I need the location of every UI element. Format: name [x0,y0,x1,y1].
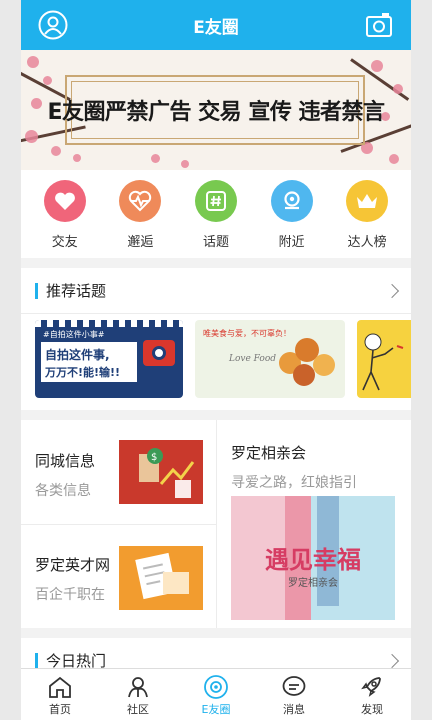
topic-line-2: 万万不!能!输!! [45,366,121,379]
right-gutter [411,0,432,720]
tab-discover[interactable]: 发现 [333,669,411,720]
section-title: 推荐话题 [46,282,107,300]
quick-item-label: 交友 [51,235,78,250]
message-icon [282,676,306,696]
tab-label: 社区 [127,703,149,716]
eyou-circle-icon [204,675,228,699]
matchmaking-entry[interactable]: 罗定相亲会 寻爱之路，红娘指引 [231,442,357,492]
chevron-right-icon [384,653,400,668]
quick-item-encounter[interactable]: 邂逅 [110,180,170,258]
tab-eyou-circle[interactable]: E友圈 [177,669,255,720]
topic-line-1: 自拍这件事, [45,348,110,362]
matchmaking-poster[interactable]: 遇见幸福 罗定相亲会 [231,496,395,620]
camera-icon [143,340,175,366]
tab-label: 首页 [49,703,71,716]
quick-item-label: 话题 [202,235,229,250]
user-avatar-icon[interactable] [37,9,69,41]
section-accent-bar [35,282,38,299]
page-title: E友圈 [193,17,239,38]
city-info-title: 同城信息 [35,452,96,470]
tab-label: E友圈 [201,703,231,716]
tab-label: 发现 [361,703,383,716]
quick-entry-row: 交友 邂逅 话题 附近 达人榜 [21,170,411,258]
topic-card-selfie[interactable]: #自拍这件小事# 自拍这件事, 万万不!能!输!! [35,320,183,398]
tab-messages[interactable]: 消息 [255,669,333,720]
city-info-entry[interactable]: 同城信息 各类信息 [35,450,95,500]
recommend-header[interactable]: 推荐话题 [21,268,411,314]
banner-text: E友圈严禁广告 交易 宣传 违者禁言 [47,100,385,125]
food-illustration [279,334,343,394]
chevron-right-icon [384,283,400,298]
topic-card-food[interactable]: 唯美食与爱，不可辜负！ Love Food [195,320,345,398]
quick-item-leaderboard[interactable]: 达人榜 [337,180,397,258]
tab-community[interactable]: 社区 [99,669,177,720]
talent-net-subtitle: 百企千职在 [35,587,105,603]
talent-net-entry[interactable]: 罗定英才网 百企千职在 [35,554,110,604]
tab-label: 消息 [283,703,305,716]
topic-script: Love Food [229,354,277,364]
section-accent-bar [35,652,38,669]
crown-icon [346,180,389,222]
top-bar: E友圈 [21,0,411,50]
recommend-section: 推荐话题 #自拍这件小事# 自拍这件事, 万万不!能!输!! 唯美食与爱，不可辜… [21,268,411,410]
poster-main-text: 遇见幸福 [265,546,361,574]
info-grid: 同城信息 各类信息 $ 罗定英才网 百企千职在 罗定相亲会 寻爱之路，红娘指引 … [21,420,411,628]
city-info-subtitle: 各类信息 [35,483,91,499]
svg-text:$: $ [151,452,157,463]
app-screen: E友圈 E友圈严禁广告 交易 宣传 违者禁言 交友 邂逅 话题 附近 达人榜 推… [21,0,411,720]
location-icon [270,180,313,222]
quick-item-topics[interactable]: 话题 [186,180,246,258]
poster-sub-text: 罗定相亲会 [288,578,338,589]
announcement-banner[interactable]: E友圈严禁广告 交易 宣传 违者禁言 [21,50,411,170]
quick-item-nearby[interactable]: 附近 [262,180,322,258]
topic-tag: #自拍这件小事# [43,330,105,339]
stick-figure-icon [362,333,404,391]
quick-item-label: 达人榜 [347,235,387,250]
quick-item-make-friends[interactable]: 交友 [35,180,95,258]
topic-caption: 唯美食与爱，不可辜负！ [203,329,291,338]
bottom-tab-bar: 首页 社区 E友圈 消息 发现 [21,668,411,720]
talent-net-thumbnail[interactable] [119,546,203,610]
matchmaking-subtitle: 寻爱之路，红娘指引 [231,475,357,491]
home-icon [49,676,71,698]
talent-net-title: 罗定英才网 [35,556,111,574]
rocket-icon [361,677,381,697]
topic-card-cartoon[interactable] [357,320,411,398]
topic-carousel[interactable]: #自拍这件小事# 自拍这件事, 万万不!能!输!! 唯美食与爱，不可辜负！ Lo… [21,314,411,410]
camera-icon[interactable] [363,9,395,41]
hashtag-icon [194,180,237,222]
tab-home[interactable]: 首页 [21,669,99,720]
matchmaking-title: 罗定相亲会 [231,444,307,462]
city-info-thumbnail[interactable]: $ [119,440,203,504]
heart-icon [43,180,86,222]
pulse-heart-icon [119,180,162,222]
quick-item-label: 附近 [278,235,305,250]
quick-item-label: 邂逅 [127,235,154,250]
left-gutter [0,0,21,720]
community-icon [128,677,148,698]
